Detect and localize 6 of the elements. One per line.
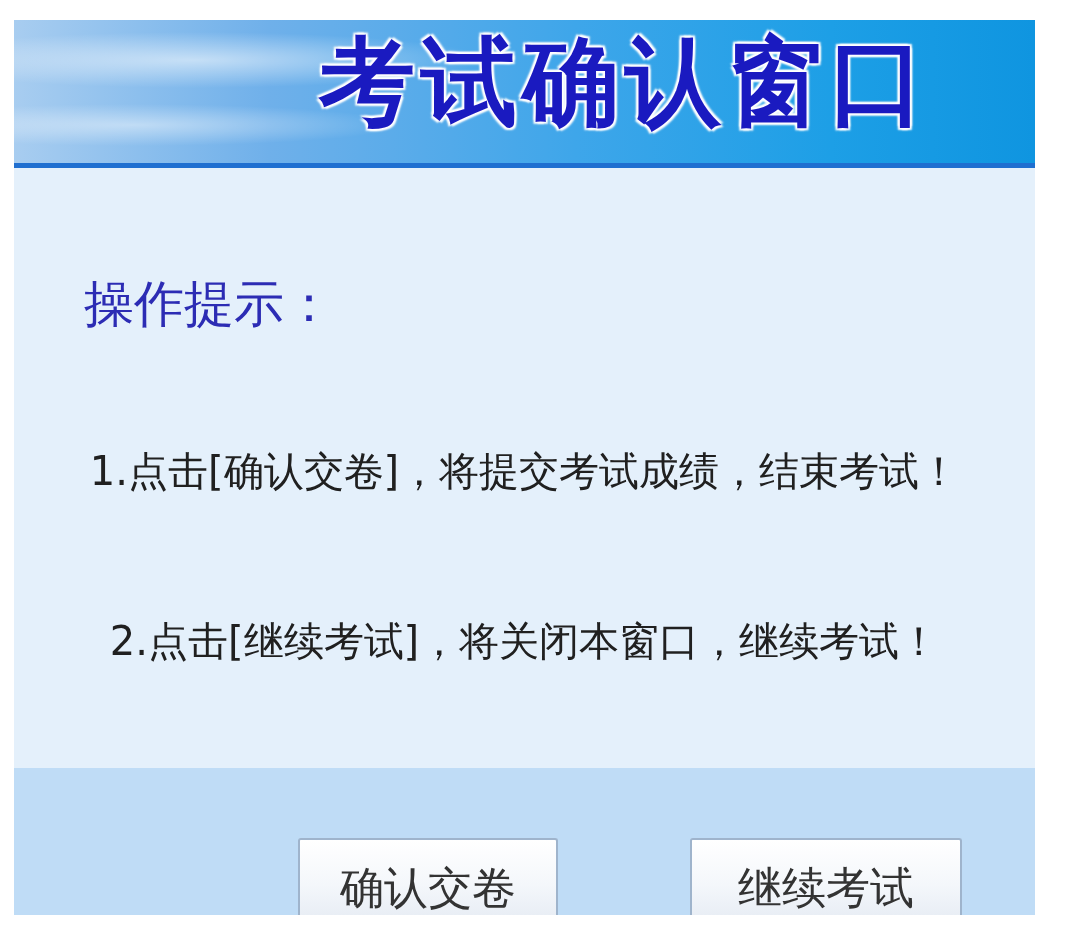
action-button[interactable]: 确认交卷 [298, 838, 558, 915]
instruction-text: 2.点击[继续考试]，将关闭本窗口，继续考试！ [109, 617, 940, 666]
instructions-heading: 操作提示： [84, 274, 334, 334]
window-title: 考试确认窗口 [319, 24, 931, 140]
action-button[interactable]: 继续考试 [690, 838, 962, 915]
instruction-text: 1.点击[确认交卷]，将提交考试成绩，结束考试！ [89, 447, 960, 496]
